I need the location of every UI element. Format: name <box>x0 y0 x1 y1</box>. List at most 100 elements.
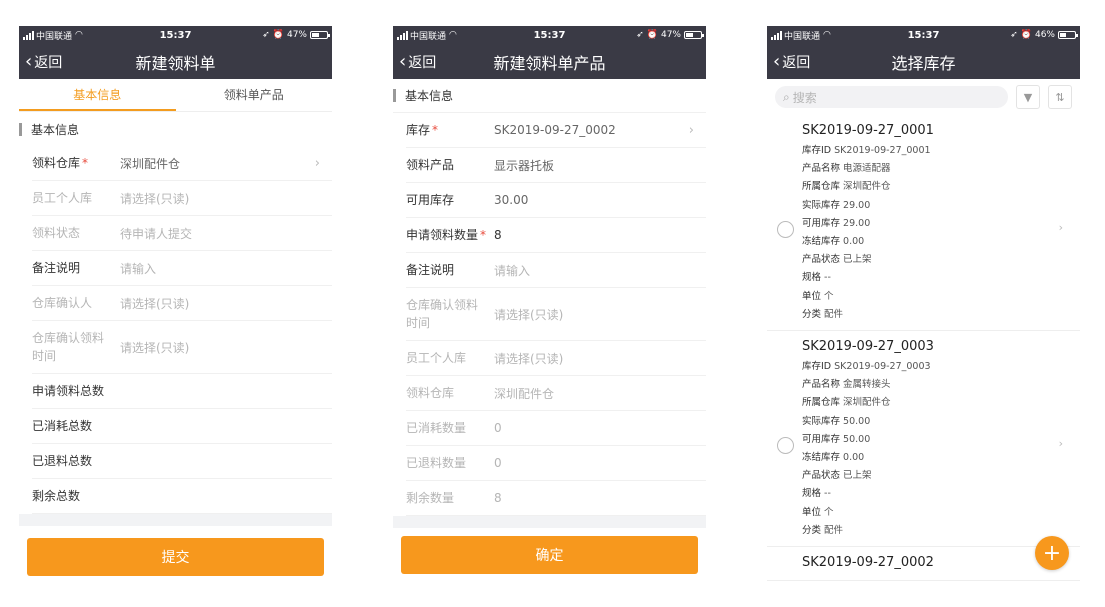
screen-new-requisition-product: 中国联通 ◠ 15:37 ➶ ⏰ 47% ‹ 返回 新建领料单产品 基本信息 库… <box>393 26 706 607</box>
field-consumed-qty: 已消耗数量 0 <box>406 411 706 446</box>
remarks-input[interactable]: 请输入 <box>120 260 332 277</box>
field-warehouse[interactable]: 领料仓库 * 深圳配件仓 › <box>32 146 332 181</box>
alarm-icon: ⏰ <box>646 30 658 40</box>
chevron-right-icon: › <box>1058 220 1063 234</box>
field-product: 领料产品 显示器托板 <box>406 148 706 183</box>
submit-button[interactable]: 提交 <box>27 538 324 576</box>
status-bar: 中国联通 ◠ 15:37 ➶ ⏰ 46% <box>767 26 1080 44</box>
page-title: 新建领料单产品 <box>493 53 606 73</box>
section-header: 基本信息 <box>393 79 706 113</box>
status-bar: 中国联通 ◠ 15:37 ➶ ⏰ 47% <box>393 26 706 44</box>
back-button[interactable]: ‹ 返回 <box>393 52 436 72</box>
field-returned-qty: 已退料数量 0 <box>406 446 706 481</box>
back-label: 返回 <box>34 54 63 71</box>
section-header: 基本信息 <box>19 112 332 146</box>
search-icon: ⌕ <box>783 89 790 104</box>
page-title: 选择库存 <box>891 53 956 73</box>
carrier-name: 中国联通 <box>36 31 73 42</box>
chevron-right-icon: › <box>688 122 694 138</box>
confirm-button[interactable]: 确定 <box>401 536 698 574</box>
field-requested-qty[interactable]: 申请领料数量 * 8 <box>406 218 706 253</box>
field-warehouse: 领料仓库 深圳配件仓 <box>406 376 706 411</box>
stock-field: 产品状态 已上架 <box>802 254 872 266</box>
nav-bar: ‹ 返回 新建领料单产品 <box>393 44 706 79</box>
field-total-requested: 申请领料总数 <box>32 374 332 409</box>
search-input[interactable]: ⌕ 搜索 <box>775 86 1008 108</box>
field-total-remaining: 剩余总数 <box>32 479 332 514</box>
field-total-returned: 已退料总数 <box>32 444 332 479</box>
requested-qty-input[interactable]: 8 <box>494 228 706 242</box>
stock-field: 所属仓库 深圳配件仓 <box>802 397 891 409</box>
stock-card[interactable]: SK2019-09-27_0002 <box>767 547 1080 582</box>
wifi-icon: ◠ <box>823 30 831 40</box>
location-icon: ➶ <box>262 30 270 40</box>
nav-bar: ‹ 返回 选择库存 <box>767 44 1080 79</box>
remarks-input[interactable]: 请输入 <box>494 262 706 279</box>
stock-field: 实际库存 29.00 <box>802 199 871 211</box>
stock-field: 可用库存 50.00 <box>802 433 871 445</box>
back-label: 返回 <box>782 54 811 71</box>
tab-requisition-products[interactable]: 领料单产品 <box>176 79 333 111</box>
screen-new-requisition: 中国联通 ◠ 15:37 ➶ ⏰ 47% ‹ 返回 新建领料单 基本信息 领料单… <box>19 26 332 607</box>
field-remaining-qty: 剩余数量 8 <box>406 481 706 516</box>
stock-field: 可用库存 29.00 <box>802 217 871 229</box>
wifi-icon: ◠ <box>75 30 83 40</box>
chevron-left-icon: ‹ <box>25 50 33 72</box>
field-available-stock: 可用库存 30.00 <box>406 183 706 218</box>
back-button[interactable]: ‹ 返回 <box>767 52 810 72</box>
stock-field: 实际库存 50.00 <box>802 415 871 427</box>
stock-field: 库存ID SK2019-09-27_0003 <box>802 361 931 373</box>
filter-icon[interactable]: ▼ <box>1016 85 1040 109</box>
stock-code: SK2019-09-27_0003 <box>802 339 934 355</box>
stock-field: 分类 配件 <box>802 524 844 536</box>
chevron-right-icon: › <box>1058 436 1063 450</box>
stock-field: 产品名称 金属转接头 <box>802 379 891 391</box>
battery-percent: 47% <box>660 30 681 40</box>
signal-icon <box>397 30 408 40</box>
field-stock[interactable]: 库存 * SK2019-09-27_0002 › <box>406 113 706 148</box>
stock-list: SK2019-09-27_0001 库存ID SK2019-09-27_0001 产… <box>767 115 1080 582</box>
field-employee-stock: 员工个人库 请选择(只读) <box>32 181 332 216</box>
plus-icon: + <box>1042 540 1062 566</box>
field-remarks[interactable]: 备注说明 请输入 <box>32 251 332 286</box>
chevron-right-icon: › <box>314 155 320 171</box>
field-employee-stock: 员工个人库 请选择(只读) <box>406 341 706 376</box>
battery-icon <box>1058 31 1078 39</box>
stock-field: 冻结库存 0.00 <box>802 236 865 248</box>
stock-field: 库存ID SK2019-09-27_0001 <box>802 145 931 156</box>
alarm-icon: ⏰ <box>272 30 284 40</box>
tab-basic-info[interactable]: 基本信息 <box>19 79 176 111</box>
stock-card[interactable]: SK2019-09-27_0003 库存ID SK2019-09-27_0003 产… <box>767 331 1080 548</box>
stock-card[interactable]: SK2019-09-27_0001 库存ID SK2019-09-27_0001 产… <box>767 115 1080 332</box>
top-bar: 中国联通 ◠ 15:37 ➶ ⏰ 46% ‹ 返回 选择库存 <box>767 26 1080 79</box>
location-icon: ➶ <box>636 30 644 40</box>
chevron-left-icon: ‹ <box>399 50 407 72</box>
signal-icon <box>771 30 782 40</box>
wifi-icon: ◠ <box>449 30 457 40</box>
back-button[interactable]: ‹ 返回 <box>19 52 62 72</box>
field-confirm-time: 仓库确认领料时间 请选择(只读) <box>406 288 706 341</box>
status-bar: 中国联通 ◠ 15:37 ➶ ⏰ 47% <box>19 26 332 44</box>
battery-percent: 46% <box>1034 30 1055 40</box>
page-title: 新建领料单 <box>135 53 216 73</box>
add-button[interactable]: + <box>1035 536 1069 570</box>
stock-field: 冻结库存 0.00 <box>802 452 865 464</box>
select-radio[interactable] <box>777 220 794 238</box>
location-icon: ➶ <box>1010 30 1018 40</box>
carrier-name: 中国联通 <box>410 31 447 42</box>
sort-icon[interactable]: ⇅ <box>1048 85 1072 109</box>
field-remarks[interactable]: 备注说明 请输入 <box>406 253 706 288</box>
stock-code: SK2019-09-27_0001 <box>802 123 934 138</box>
carrier-name: 中国联通 <box>784 31 821 42</box>
field-warehouse-confirmer: 仓库确认人 请选择(只读) <box>32 286 332 321</box>
stock-field: 产品名称 电源适配器 <box>802 163 891 175</box>
select-radio[interactable] <box>777 436 794 454</box>
stock-field: 单位 个 <box>802 290 834 302</box>
stock-field: 产品状态 已上架 <box>802 470 872 482</box>
chevron-left-icon: ‹ <box>773 50 781 72</box>
stock-field: 规格 -- <box>802 488 831 500</box>
battery-icon <box>310 31 330 39</box>
stock-field: 分类 配件 <box>802 308 844 320</box>
screen-select-stock: 中国联通 ◠ 15:37 ➶ ⏰ 46% ‹ 返回 选择库存 ⌕ 搜索 ▼ ⇅ … <box>767 26 1080 607</box>
nav-bar: ‹ 返回 新建领料单 <box>19 44 332 79</box>
